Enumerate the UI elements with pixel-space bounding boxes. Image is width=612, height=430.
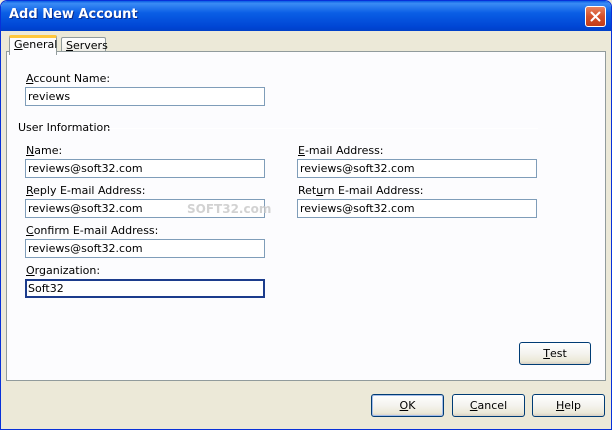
email-address-field[interactable]: reviews@soft32.com bbox=[297, 159, 537, 178]
name-field[interactable]: reviews@soft32.com bbox=[25, 159, 265, 178]
help-button[interactable]: Help bbox=[532, 394, 605, 417]
reply-email-label: Reply E-mail Address: bbox=[26, 184, 146, 197]
general-tab-panel: Account Name: reviews User Information N… bbox=[6, 51, 606, 381]
account-name-label: Account Name: bbox=[26, 72, 111, 85]
confirm-email-label: Confirm E-mail Address: bbox=[26, 224, 159, 237]
watermark-logo: SOFT32.com bbox=[187, 202, 272, 216]
name-label: Name: bbox=[26, 144, 63, 157]
close-button[interactable] bbox=[585, 6, 606, 27]
email-address-label: E-mail Address: bbox=[298, 144, 384, 157]
close-icon bbox=[590, 11, 601, 22]
organization-label: Organization: bbox=[26, 264, 101, 277]
account-name-field[interactable]: reviews bbox=[25, 87, 265, 106]
title-bar[interactable]: Add New Account bbox=[1, 1, 611, 31]
return-email-label: Return E-mail Address: bbox=[298, 184, 424, 197]
test-button[interactable]: Test bbox=[519, 342, 591, 365]
add-new-account-dialog: Add New Account General Servers Account … bbox=[0, 0, 612, 430]
cancel-button[interactable]: Cancel bbox=[452, 394, 525, 417]
organization-field[interactable]: Soft32 bbox=[25, 279, 265, 298]
tab-general-label: eneral bbox=[22, 38, 58, 51]
confirm-email-field[interactable]: reviews@soft32.com bbox=[25, 239, 265, 258]
user-information-group-label: User Information bbox=[18, 121, 111, 134]
tab-general-mnemonic: G bbox=[14, 38, 23, 51]
dialog-title: Add New Account bbox=[9, 7, 138, 22]
ok-button[interactable]: OK bbox=[371, 394, 444, 417]
group-divider bbox=[106, 128, 538, 129]
dialog-body: General Servers Account Name: reviews Us… bbox=[4, 31, 608, 427]
tab-general[interactable]: General bbox=[9, 35, 57, 55]
return-email-field[interactable]: reviews@soft32.com bbox=[297, 199, 537, 218]
